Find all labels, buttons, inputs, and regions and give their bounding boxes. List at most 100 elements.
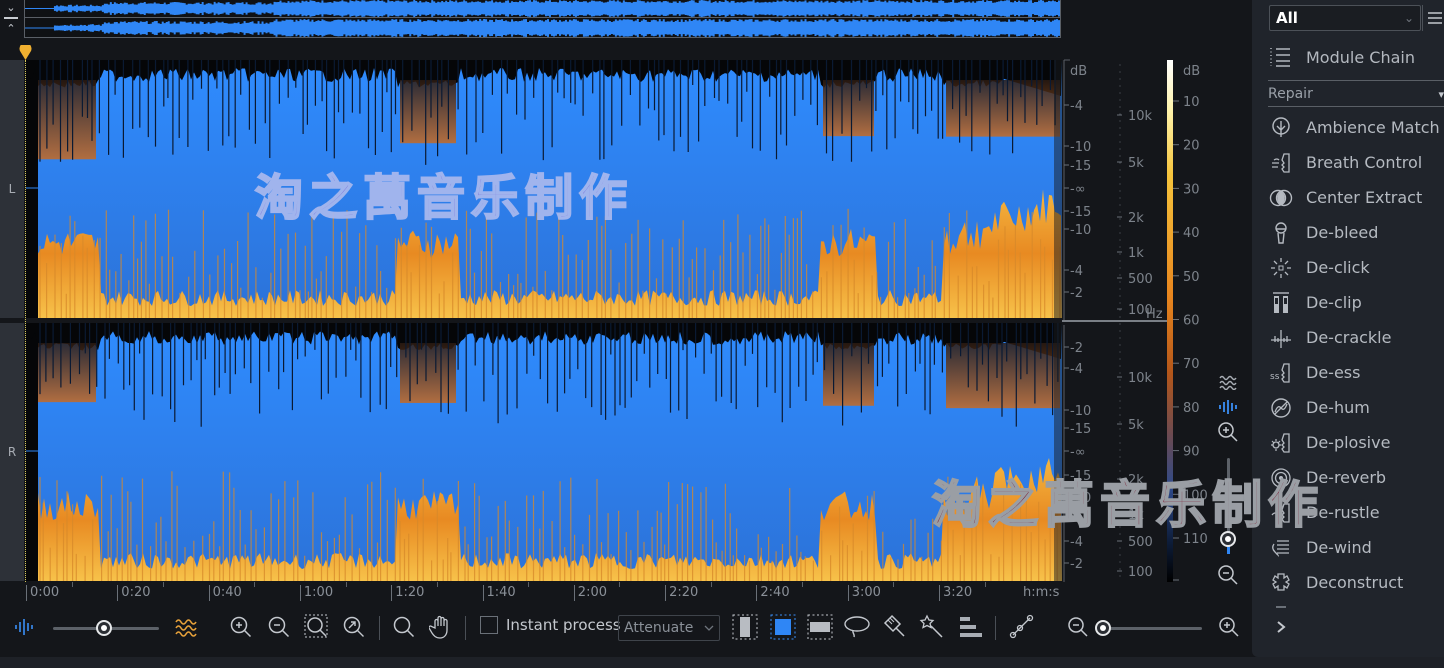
expand-panel-button[interactable] (1268, 614, 1294, 640)
hamburger-menu-icon (1427, 12, 1442, 24)
waveform-view-button[interactable] (1216, 395, 1240, 419)
module-item-de-wind[interactable]: De-wind (1268, 530, 1444, 565)
playhead-line (25, 60, 26, 582)
time-selection-icon (732, 614, 758, 640)
module-item-de-plosive[interactable]: De-plosive (1268, 425, 1444, 460)
module-filter-select[interactable]: All ⌄ (1269, 5, 1421, 31)
module-chain-button[interactable]: Module Chain (1268, 42, 1415, 72)
color-tick-label: 50 (1183, 270, 1200, 285)
module-item-de-clip[interactable]: De-clip (1268, 285, 1444, 320)
timeline-minor-tick (893, 582, 895, 587)
de-rustle-icon (1268, 500, 1294, 526)
instant-process-mode-select[interactable]: Attenuate (618, 615, 720, 641)
list-overflow-indicator (1276, 606, 1286, 608)
module-item-center-extract[interactable]: Center Extract (1268, 180, 1444, 215)
vertical-zoom-in-button[interactable] (1216, 420, 1240, 444)
module-item-label: De-hum (1306, 398, 1370, 417)
time-frequency-selection-tool[interactable] (768, 612, 798, 642)
zoom-tool-button[interactable] (389, 612, 419, 642)
vertical-zoom-knob[interactable] (1220, 531, 1236, 547)
harmonic-selection-tool[interactable] (955, 612, 985, 642)
overview-channel-left (25, 0, 1060, 18)
overview-collapse-control[interactable]: ⌄ ⌃ (0, 0, 22, 36)
instant-process-toggle[interactable]: Instant process (480, 616, 621, 634)
module-item-de-click[interactable]: De-click (1268, 250, 1444, 285)
channel-label-left[interactable]: L (0, 60, 24, 318)
color-unit-label: dB (1183, 64, 1200, 79)
timeline-minor-tick (254, 582, 256, 587)
module-item-de-hum[interactable]: De-hum (1268, 390, 1444, 425)
module-item-breath-control[interactable]: Breath Control (1268, 145, 1444, 180)
module-item-deconstruct[interactable]: Deconstruct (1268, 565, 1444, 600)
module-item-de-reverb[interactable]: De-reverb (1268, 460, 1444, 495)
de-ess-icon: ss (1268, 360, 1294, 386)
waveform-only-button[interactable] (10, 612, 40, 642)
magnifier-icon (393, 616, 415, 638)
center-extract-icon (1268, 185, 1294, 211)
zoom-fit-button[interactable] (339, 612, 369, 642)
toolbar-separator (465, 616, 466, 640)
horizontal-zoom-out-button[interactable] (1063, 612, 1093, 642)
freq-tick-label: 1k (1128, 508, 1144, 523)
de-reverb-icon (1268, 465, 1294, 491)
blend-slider-knob[interactable] (96, 620, 112, 636)
panel-menu-button[interactable] (1422, 5, 1444, 31)
harmonic-bars-icon (960, 617, 982, 637)
magic-wand-tool[interactable] (917, 612, 947, 642)
waveform-icon (1219, 400, 1237, 414)
status-strip (0, 657, 1444, 668)
horizontal-zoom-slider[interactable] (1104, 627, 1202, 630)
timeline-minor-tick (345, 582, 347, 587)
module-item-label: Deconstruct (1306, 573, 1404, 592)
gain-envelope-tool[interactable] (1006, 612, 1036, 642)
horizontal-zoom-knob[interactable] (1095, 620, 1111, 636)
timeline-minor-tick (802, 582, 803, 587)
module-item-de-crackle[interactable]: De-crackle (1268, 320, 1444, 355)
channel-label-right[interactable]: R (0, 323, 24, 581)
timeline-minor-tick (436, 582, 438, 587)
timeline-tick-label: 0:20 (117, 585, 151, 601)
hand-tool-button[interactable] (426, 612, 456, 642)
spectrogram-only-button[interactable] (171, 612, 201, 642)
module-category-select[interactable]: Repair ▾ (1268, 83, 1444, 105)
brush-tool[interactable] (880, 612, 910, 642)
amp-tick-label: -15 (1070, 205, 1091, 220)
frequency-selection-tool[interactable] (805, 612, 835, 642)
freq-tick-label: 5k (1128, 156, 1144, 171)
instant-process-checkbox[interactable] (480, 616, 498, 634)
spectrogram-channel-right (26, 323, 1062, 581)
module-item-label: De-reverb (1306, 468, 1387, 487)
spectrogram-view-button[interactable] (1216, 370, 1240, 394)
chevron-up-icon[interactable]: ⌃ (6, 22, 15, 35)
vertical-zoom-out-button[interactable] (1216, 563, 1240, 587)
module-item-de-ess[interactable]: ss De-ess (1268, 355, 1444, 390)
module-chain-label: Module Chain (1306, 47, 1415, 67)
lasso-tool[interactable] (842, 612, 872, 642)
spectrogram-display[interactable] (26, 60, 1062, 582)
zoom-out-icon (1068, 617, 1088, 637)
module-item-de-rustle[interactable]: De-rustle (1268, 495, 1444, 530)
horizontal-zoom-in-button[interactable] (1214, 612, 1244, 642)
module-item-ambience-match[interactable]: Ambience Match (1268, 110, 1444, 145)
zoom-out-button[interactable] (264, 612, 294, 642)
chevron-down-icon[interactable]: ⌄ (6, 1, 15, 14)
timeline-ruler[interactable]: 0:00 0:20 0:40 1:00 1:20 1:40 2:00 2:20 2:40 3:00… (26, 582, 1062, 602)
zoom-in-button[interactable] (226, 612, 256, 642)
amp-tick-label: -10 (1070, 223, 1091, 238)
timeline-tick-label: 2:00 (573, 585, 607, 601)
chevron-down-icon (704, 625, 714, 631)
zoom-out-icon (268, 616, 290, 638)
toolbar-separator (995, 616, 996, 640)
zoom-selection-icon (304, 614, 328, 638)
overview-waveform[interactable] (24, 0, 1061, 38)
module-item-label: Breath Control (1306, 153, 1423, 172)
playhead-marker[interactable] (18, 45, 33, 60)
module-item-de-bleed[interactable]: De-bleed (1268, 215, 1444, 250)
freq-tick-label: 500 (1128, 535, 1153, 550)
amp-tick-label: -4 (1070, 264, 1083, 279)
zoom-to-selection-button[interactable] (302, 612, 332, 642)
time-selection-tool[interactable] (730, 612, 760, 642)
time-format-label[interactable]: h:m:s (1023, 585, 1059, 600)
vertical-zoom-controls (1212, 370, 1244, 590)
svg-text:ss: ss (1270, 372, 1280, 382)
